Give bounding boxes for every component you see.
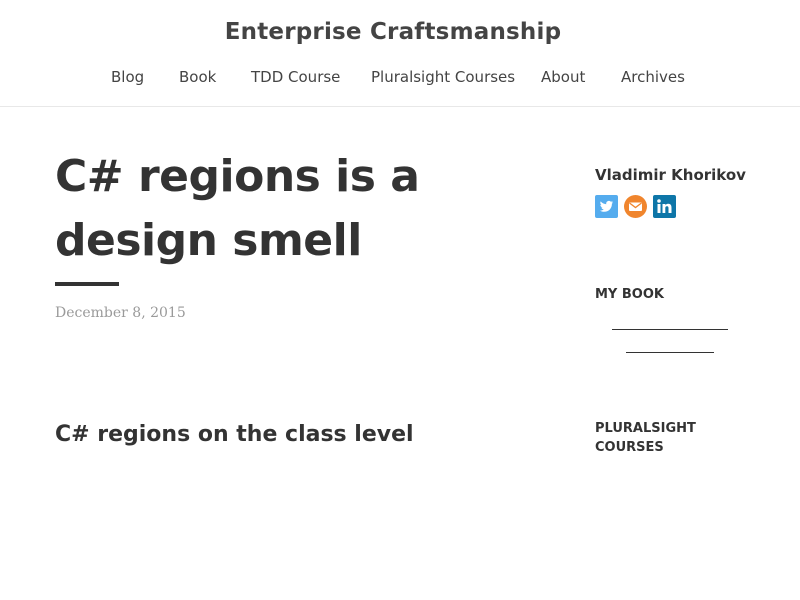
nav-item-pluralsight-courses[interactable]: Pluralsight Courses bbox=[371, 68, 515, 86]
nav-item-about[interactable]: About bbox=[541, 68, 585, 86]
nav-item-tdd-course[interactable]: TDD Course bbox=[251, 68, 340, 86]
linkedin-icon bbox=[653, 195, 676, 218]
section-heading: C# regions on the class level bbox=[55, 422, 414, 447]
linkedin-link[interactable] bbox=[653, 195, 676, 218]
email-link[interactable] bbox=[624, 195, 647, 218]
book-link-underline[interactable] bbox=[612, 329, 728, 330]
nav-item-book[interactable]: Book bbox=[179, 68, 216, 86]
title-divider bbox=[55, 282, 119, 286]
twitter-link[interactable] bbox=[595, 195, 618, 218]
site-title-link[interactable]: Enterprise Craftsmanship bbox=[0, 19, 786, 45]
nav-item-blog[interactable]: Blog bbox=[111, 68, 144, 86]
post-title: C# regions is a design smell bbox=[55, 151, 420, 266]
widget-title-pluralsight-courses: PLURALSIGHT COURSES bbox=[595, 421, 696, 455]
twitter-icon bbox=[595, 195, 618, 218]
post-date: December 8, 2015 bbox=[55, 305, 186, 321]
nav-item-archives[interactable]: Archives bbox=[621, 68, 685, 86]
book-link-underline[interactable] bbox=[626, 352, 714, 353]
author-name: Vladimir Khorikov bbox=[595, 166, 746, 184]
email-icon bbox=[624, 195, 647, 218]
site-header: Enterprise Craftsmanship Blog Book TDD C… bbox=[0, 0, 800, 107]
widget-title-my-book: MY BOOK bbox=[595, 287, 664, 302]
